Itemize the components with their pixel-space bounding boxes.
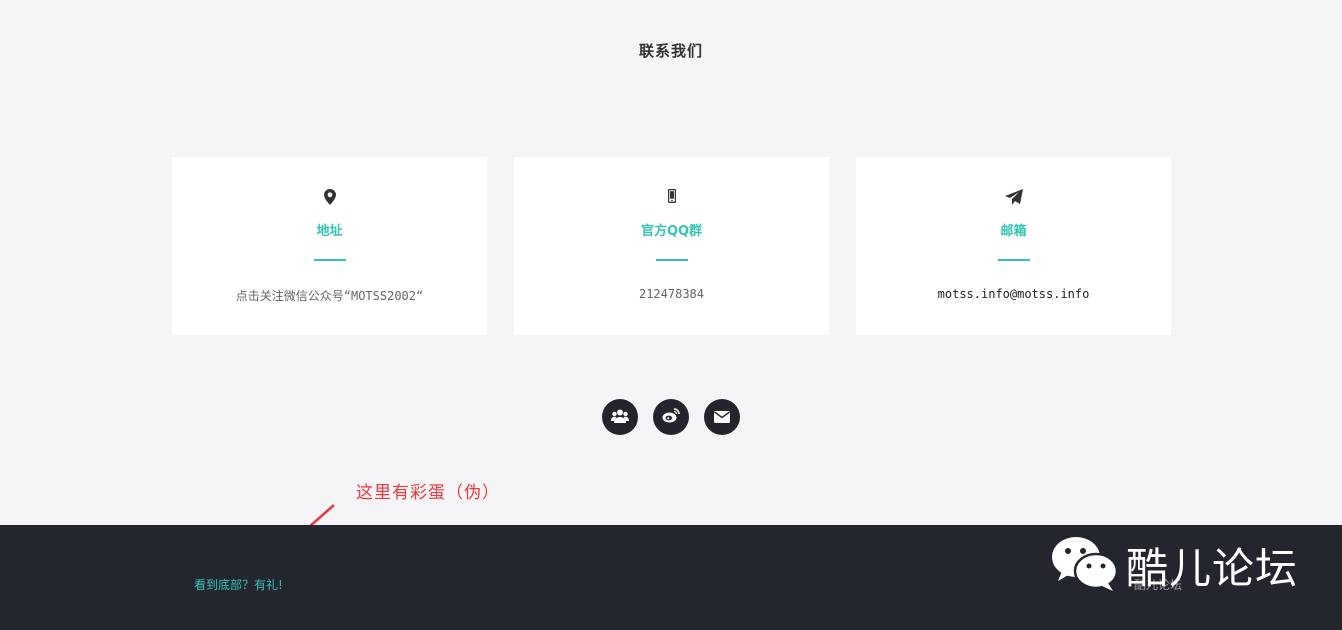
card-title: 地址 — [316, 224, 343, 239]
card-value: 212478384 — [638, 287, 705, 301]
card-title: 官方QQ群 — [640, 224, 703, 239]
contact-card-address: 地址 点击关注微信公众号“MOTSS2002“ — [172, 157, 487, 335]
envelope-icon — [714, 408, 730, 427]
social-group-button[interactable] — [602, 399, 638, 435]
users-group-icon — [611, 408, 629, 427]
watermark-text: 酷儿论坛 — [1126, 544, 1299, 593]
card-value: motss.info@motss.info — [937, 287, 1090, 301]
map-marker-icon — [172, 189, 487, 209]
footer-easter-egg-link[interactable]: 看到底部？有礼! — [194, 576, 283, 593]
social-email-button[interactable] — [704, 399, 740, 435]
wechat-watermark: 酷儿论坛 — [1050, 533, 1310, 593]
wechat-icon — [1052, 537, 1119, 591]
contact-card-qq-group: 官方QQ群 212478384 — [514, 157, 829, 335]
card-divider — [655, 259, 688, 261]
section-title: 联系我们 — [638, 42, 703, 60]
site-footer: 看到底部？有礼! 酷儿论坛 酷儿论坛 — [0, 525, 1342, 630]
card-divider — [313, 259, 346, 261]
paper-plane-icon — [856, 189, 1171, 209]
weibo-icon — [662, 407, 680, 427]
card-title: 邮箱 — [1000, 224, 1027, 239]
annotation-text: 这里有彩蛋（伪） — [356, 483, 500, 503]
card-value: 点击关注微信公众号“MOTSS2002“ — [235, 289, 424, 303]
contact-card-email: 邮箱 motss.info@motss.info — [856, 157, 1171, 335]
mobile-phone-icon — [514, 189, 829, 209]
social-weibo-button[interactable] — [653, 399, 689, 435]
card-divider — [997, 259, 1030, 261]
